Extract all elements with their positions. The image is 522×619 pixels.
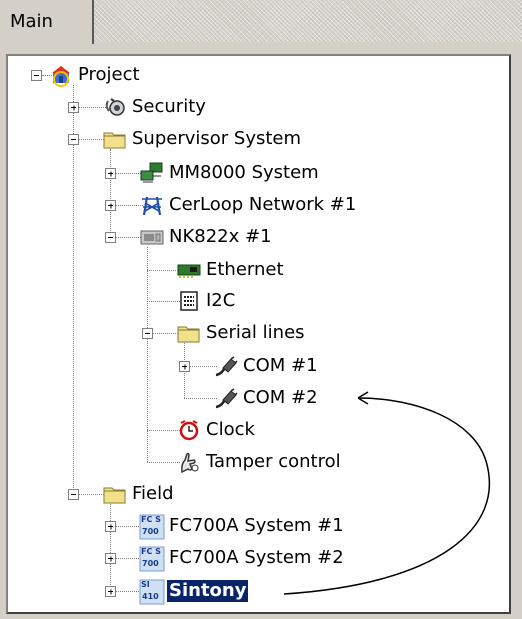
tab-main[interactable]: Main — [0, 0, 94, 44]
annotation-arrow — [283, 391, 491, 595]
tab-main-label: Main — [10, 11, 53, 32]
project-tree-view[interactable]: Project Security Supervisor System MM8000 S… — [6, 54, 511, 614]
